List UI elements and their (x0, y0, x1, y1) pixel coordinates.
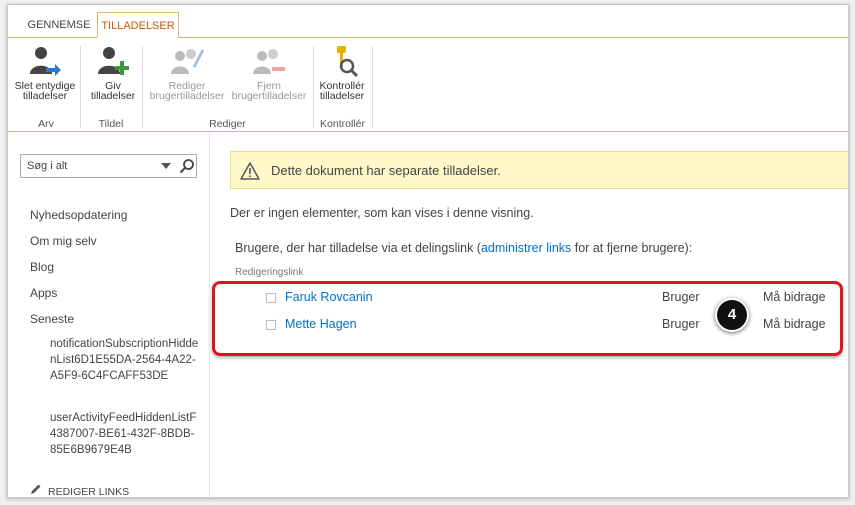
group-label-inheritance: Arv (38, 118, 54, 130)
ribbon-separator (142, 46, 143, 128)
sharing-link-users-text: Brugere, der har tilladelse via et delin… (235, 241, 692, 255)
nav-sub-item-activity-feed-list[interactable]: userActivityFeedHiddenListF4387007-BE61-… (50, 410, 200, 458)
manage-links-link[interactable]: administrer links (481, 241, 571, 255)
edit-links-label: REDIGER LINKS (48, 486, 130, 498)
users-text-suffix: for at fjerne brugere): (571, 241, 693, 255)
edit-link-section-label: Redigeringslink (235, 267, 304, 278)
nav-item-news-feed[interactable]: Nyhedsopdatering (30, 208, 127, 222)
users-remove-icon (252, 44, 286, 78)
pencil-icon (30, 483, 44, 497)
nav-item-recent[interactable]: Seneste (30, 312, 74, 326)
left-navigation: Nyhedsopdatering Om mig selv Blog Apps S… (8, 133, 210, 498)
users-text-prefix: Brugere, der har tilladelse via et delin… (235, 241, 481, 255)
search-box (20, 154, 197, 178)
user-arrow-icon (28, 44, 62, 78)
group-label-grant: Tildel (98, 118, 124, 130)
warning-icon (240, 162, 260, 180)
ribbon-tabbar: GENNEMSE TILLADELSER (8, 5, 848, 38)
annotation-step-badge: 4 (715, 298, 749, 332)
ribbon-separator (313, 46, 314, 128)
edit-user-permissions-button[interactable]: Rediger brugertilladelser (144, 44, 230, 101)
grant-permissions-button[interactable]: Giv tilladelser (84, 44, 142, 101)
search-icon[interactable] (179, 158, 195, 174)
ribbon-separator (80, 46, 81, 128)
ribbon: Slet entydige tilladelser Giv tilladelse… (8, 37, 848, 132)
edit-links-button[interactable]: REDIGER LINKS (30, 483, 130, 498)
remove-user-permissions-button[interactable]: Fjern brugertilladelser (228, 44, 310, 101)
banner-text: Dette dokument har separate tilladelser. (271, 163, 501, 178)
delete-unique-permissions-label: Slet entydige tilladelser (14, 80, 76, 102)
users-edit-icon (170, 44, 204, 78)
edit-user-permissions-label: Rediger brugertilladelser (149, 80, 225, 102)
search-input[interactable] (21, 155, 151, 177)
group-label-check: Kontrollér (320, 118, 365, 130)
group-label-edit: Rediger (209, 118, 246, 130)
separate-permissions-banner: Dette dokument har separate tilladelser. (230, 151, 848, 189)
check-permissions-label: Kontrollér tilladelser (319, 80, 365, 102)
nav-item-blog[interactable]: Blog (30, 260, 54, 274)
ribbon-separator (372, 46, 373, 128)
remove-user-permissions-label: Fjern brugertilladelser (231, 80, 307, 102)
check-permissions-button[interactable]: Kontrollér tilladelser (314, 44, 370, 101)
delete-unique-permissions-button[interactable]: Slet entydige tilladelser (12, 44, 78, 101)
key-search-icon (325, 44, 359, 78)
nav-item-apps[interactable]: Apps (30, 286, 57, 300)
sharepoint-window: GENNEMSE TILLADELSER Slet entydige tilla… (7, 4, 849, 498)
nav-item-about-me[interactable]: Om mig selv (30, 234, 97, 248)
nav-sub-item-notification-list[interactable]: notificationSubscriptionHiddenList6D1E55… (50, 336, 200, 384)
tab-tilladelser[interactable]: TILLADELSER (97, 12, 179, 38)
tab-gennemse[interactable]: GENNEMSE (20, 12, 98, 38)
grant-permissions-label: Giv tilladelser (90, 80, 136, 102)
user-add-icon (96, 44, 130, 78)
empty-view-message: Der er ingen elementer, som kan vises i … (230, 206, 534, 220)
chevron-down-icon[interactable] (161, 163, 171, 169)
